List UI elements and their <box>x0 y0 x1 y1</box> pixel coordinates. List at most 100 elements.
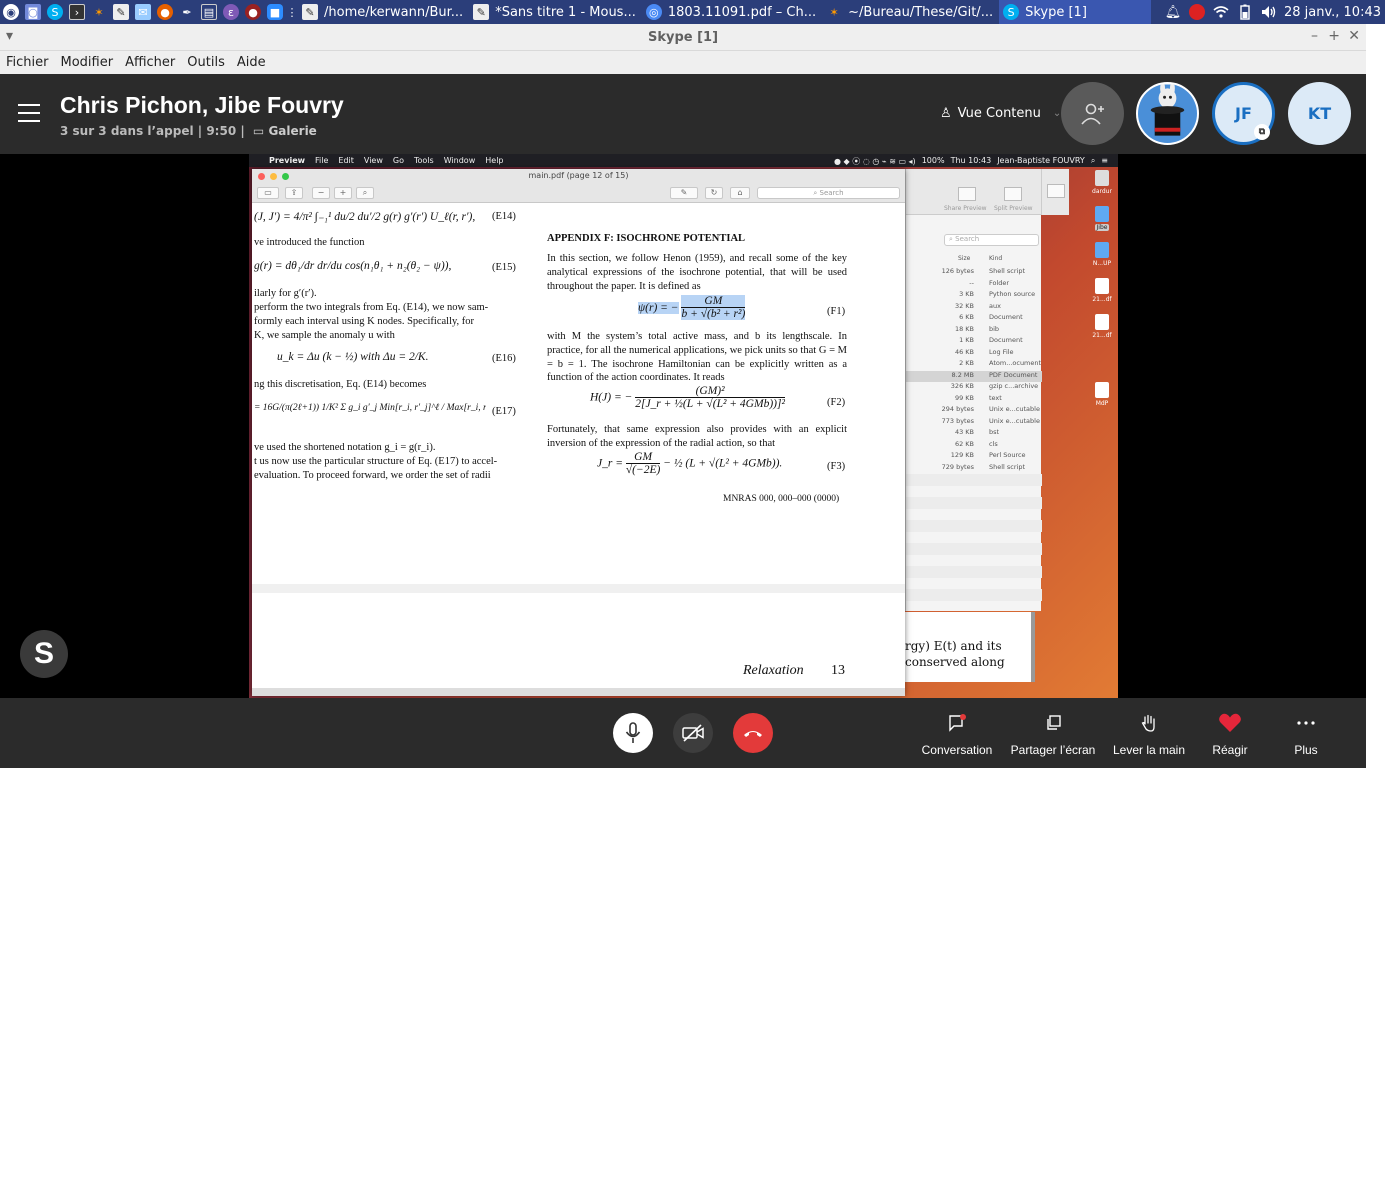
menubar: Fichier Modifier Afficher Outils Aide <box>0 51 1366 74</box>
desktop-item: Jibe <box>1091 206 1113 231</box>
text-line: ve introduced the function <box>254 237 365 248</box>
file-size: 32 KB <box>954 301 974 310</box>
task-label: Skype [1] <box>1025 4 1087 20</box>
avatar-rabbit-hat[interactable] <box>1136 82 1199 145</box>
share-screen-button[interactable]: Partager l’écran <box>1010 712 1096 757</box>
menu-modifier[interactable]: Modifier <box>55 55 120 70</box>
task-label: 1803.11091.pdf – Ch... <box>667 4 817 20</box>
hang-up-button[interactable] <box>733 713 773 753</box>
mute-button[interactable] <box>613 713 653 753</box>
emacs-icon[interactable]: ɛ <box>223 4 239 20</box>
xfce-icon: ✶ <box>829 5 839 19</box>
task-skype[interactable]: S Skype [1] <box>999 0 1152 24</box>
kind-header: Kind <box>989 255 1003 262</box>
terminal-icon[interactable]: › <box>69 4 85 20</box>
hang-up-icon <box>744 731 762 737</box>
firefox-icon[interactable]: ● <box>157 4 173 20</box>
call-controls: Conversation Partager l’écran Lever la m… <box>0 698 1366 768</box>
finder-row: 729 bytes Shell script <box>906 463 1042 475</box>
file-size: 129 KB <box>950 451 974 459</box>
close-icon[interactable]: ✕ <box>1348 28 1360 44</box>
app-launcher-icon[interactable]: ◉ <box>3 4 19 20</box>
view-mode-label: Vue Contenu <box>957 106 1041 121</box>
gallery-toggle[interactable]: ▭ Galerie <box>253 124 317 138</box>
task-folder[interactable]: ✶ ~/Bureau/These/Git/... <box>822 0 999 24</box>
equation-e17: = 16G/(π(2ℓ+1)) 1/K² Σ g_i g′_j Min[r_i,… <box>254 403 486 413</box>
volume-icon[interactable] <box>1260 3 1278 21</box>
discord-icon[interactable]: ◙ <box>25 4 41 20</box>
raise-hand-button[interactable]: Lever la main <box>1112 712 1186 757</box>
menu-afficher[interactable]: Afficher <box>119 55 181 70</box>
appendix-heading: APPENDIX F: ISOCHRONE POTENTIAL <box>547 233 746 244</box>
monitor-icon[interactable]: ▤ <box>201 4 217 20</box>
f2-fraction: (GM)² 2[J_r + ½(L + √(L² + 4GMb))]² <box>635 385 785 410</box>
finder-toolbar: Share Preview Split Preview <box>906 169 1041 215</box>
finder-empty-row <box>906 578 1042 590</box>
task-mousepad[interactable]: ✎ *Sans titre 1 - Mous... <box>469 0 642 24</box>
bell-icon[interactable]: 🔔︎ <box>1164 3 1182 21</box>
camera-button[interactable] <box>673 713 713 753</box>
battery-icon[interactable] <box>1236 3 1254 21</box>
file-kind: gzip c...archive <box>989 382 1039 390</box>
maximize-icon[interactable]: + <box>1328 28 1340 44</box>
zoom-dot-icon <box>282 173 289 180</box>
call-status: 3 sur 3 dans l’appel | 9:50 | <box>60 124 245 138</box>
desktop-item: 21...df <box>1091 314 1113 339</box>
finder-row: 18 KB bib <box>906 325 1042 337</box>
avatar-kt[interactable]: KT <box>1288 82 1351 145</box>
heart-icon <box>1206 712 1254 734</box>
avatar-jf[interactable]: JF ⧉ <box>1212 82 1275 145</box>
view-mode-selector[interactable]: ♙ Vue Contenu ⌄ <box>940 106 1061 121</box>
recorder-icon[interactable]: ● <box>245 4 261 20</box>
equation-number: (F2) <box>827 397 846 408</box>
file-size: 8.2 MB <box>951 370 974 379</box>
hamburger-menu-icon[interactable] <box>18 104 40 122</box>
menu-outils[interactable]: Outils <box>181 55 231 70</box>
file-size: -- <box>969 278 974 287</box>
file-kind: Unix e...cutable <box>989 416 1040 425</box>
file-kind: Shell script <box>989 267 1026 275</box>
finder-empty-row <box>906 486 1042 498</box>
paragraph: with M the system’s total active mass, a… <box>547 331 847 384</box>
email-icon[interactable]: ✉ <box>135 4 151 20</box>
wifi-icon[interactable] <box>1212 3 1230 21</box>
more-button[interactable]: Plus <box>1285 712 1327 757</box>
minimize-icon[interactable]: – <box>1311 28 1318 44</box>
react-button[interactable]: Réagir <box>1206 712 1254 757</box>
menu-fichier[interactable]: Fichier <box>0 55 55 70</box>
conversation-button[interactable]: Conversation <box>921 712 993 757</box>
shared-screen[interactable]: Preview File Edit View Go Tools Window H… <box>249 154 1118 698</box>
equation-f3: J_r = GM √(−2E) − ½ (L + √(L² + 4GMb)). <box>597 451 782 476</box>
task-chrome[interactable]: ◎ 1803.11091.pdf – Ch... <box>642 0 822 24</box>
finder-row: 99 KB text <box>906 394 1042 406</box>
action-label: Plus <box>1294 743 1318 757</box>
mac-app-name: Preview <box>269 156 306 165</box>
minimize-dot-icon <box>270 173 277 180</box>
file-size: 2 KB <box>959 359 974 367</box>
task-label: /home/kerwann/Bur... <box>324 4 464 20</box>
file-kind: PDF Document <box>989 370 1038 379</box>
clock[interactable]: 28 janv., 10:43 <box>1284 5 1381 20</box>
file-size: 6 KB <box>959 313 974 321</box>
skype-status-icon[interactable] <box>1188 3 1206 21</box>
inkscape-icon[interactable]: ✒ <box>179 4 195 20</box>
close-dot-icon <box>258 173 265 180</box>
finder-row: 62 KB cls <box>906 440 1042 452</box>
preview-titlebar: main.pdf (page 12 of 15) <box>252 169 905 184</box>
task-label: *Sans titre 1 - Mous... <box>495 4 636 20</box>
action-label: Lever la main <box>1112 743 1186 757</box>
text-editor-icon[interactable]: ✎ <box>113 4 129 20</box>
task-file-manager[interactable]: ✎ /home/kerwann/Bur... <box>298 0 469 24</box>
finder-empty-row <box>906 509 1042 521</box>
add-participant-button[interactable] <box>1061 82 1124 145</box>
finder-empty-row <box>906 532 1042 544</box>
menu-aide[interactable]: Aide <box>231 55 272 70</box>
f2-lhs: H(J) = − <box>590 391 633 404</box>
equation-number: (E15) <box>492 262 516 273</box>
equation-f1: ψ(r) = − GM b + √(b² + r²) <box>638 295 746 320</box>
zoom-icon[interactable]: ■ <box>267 4 283 20</box>
finder-row: -- Folder <box>906 279 1042 291</box>
skype-launcher-icon[interactable]: S <box>47 4 63 20</box>
finder-row: 326 KB gzip c...archive <box>906 382 1042 394</box>
xfce-icon[interactable]: ✶ <box>91 4 107 20</box>
